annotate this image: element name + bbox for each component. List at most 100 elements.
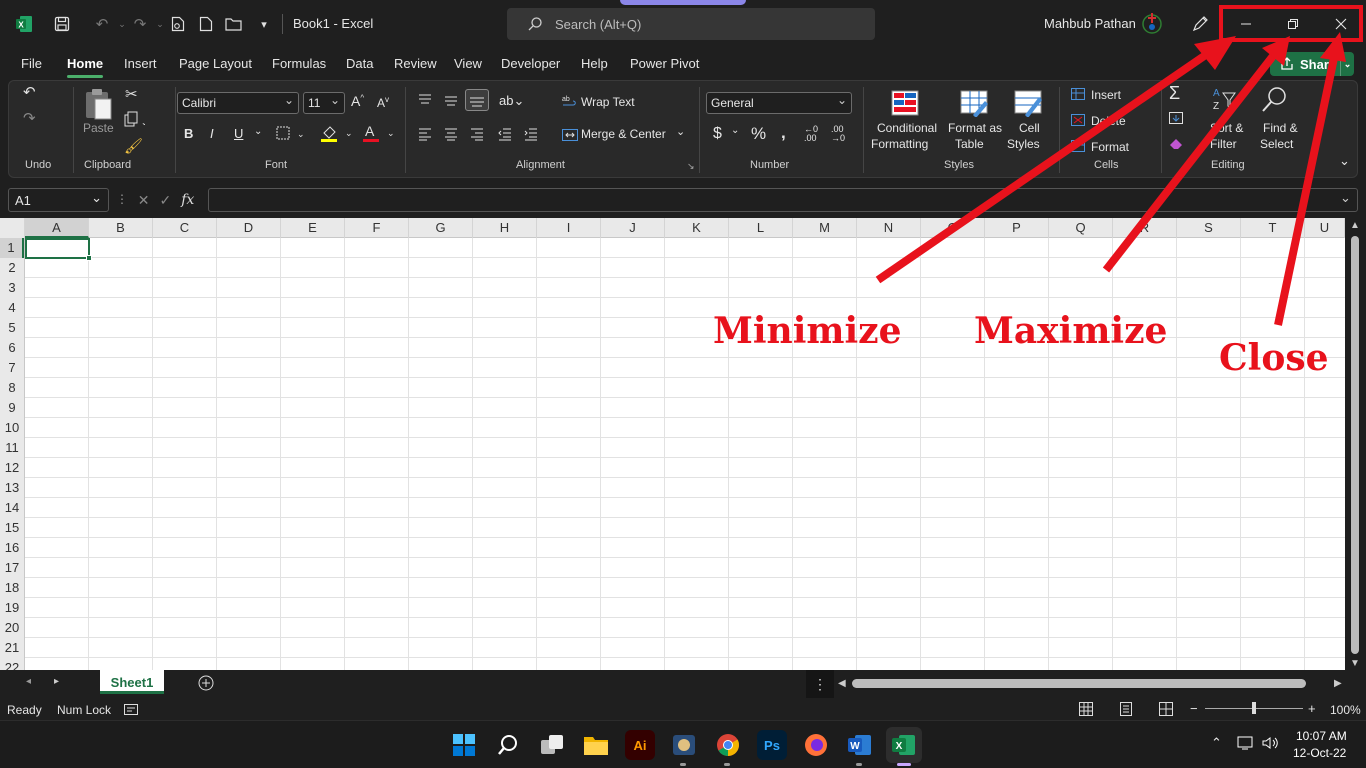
delete-cells-label[interactable]: Delete xyxy=(1091,114,1126,128)
row-header[interactable]: 1 xyxy=(0,238,24,258)
number-format-select[interactable]: General xyxy=(706,92,852,114)
tab-developer[interactable]: Developer xyxy=(501,56,560,71)
decrease-indent-icon[interactable] xyxy=(497,127,513,141)
column-header[interactable]: T xyxy=(1241,218,1305,238)
scroll-up-icon[interactable]: ▲ xyxy=(1350,220,1360,231)
row-header[interactable]: 3 xyxy=(0,278,24,298)
align-middle-icon[interactable] xyxy=(443,93,459,107)
italic-icon[interactable]: I xyxy=(210,126,214,141)
start-icon[interactable] xyxy=(449,730,479,760)
row-header[interactable]: 4 xyxy=(0,298,24,318)
row-header[interactable]: 17 xyxy=(0,558,24,578)
excel-icon[interactable]: X xyxy=(886,727,922,763)
chrome-icon[interactable] xyxy=(713,730,743,760)
minimize-button[interactable] xyxy=(1224,10,1268,38)
cell-styles-label-1[interactable]: Cell xyxy=(1019,121,1040,135)
borders-icon[interactable]: ⌄ xyxy=(275,125,305,141)
wrap-text-button[interactable]: ab xyxy=(561,93,579,109)
delete-cells-icon[interactable] xyxy=(1070,113,1086,127)
illustrator-icon[interactable]: Ai xyxy=(625,730,655,760)
tab-formulas[interactable]: Formulas xyxy=(272,56,326,71)
font-color-icon[interactable]: A ⌄ xyxy=(361,123,397,143)
find-select-label-2[interactable]: Select xyxy=(1260,137,1293,151)
column-header[interactable]: I xyxy=(537,218,601,238)
column-header[interactable]: R xyxy=(1113,218,1177,238)
cut-icon[interactable]: ✂ xyxy=(125,85,138,103)
align-top-icon[interactable] xyxy=(417,93,433,107)
column-header[interactable]: D xyxy=(217,218,281,238)
font-size-select[interactable]: 11 xyxy=(303,92,345,114)
autosum-icon[interactable]: Σ xyxy=(1169,83,1180,104)
merge-center-button[interactable] xyxy=(561,127,579,143)
network-icon[interactable] xyxy=(1236,735,1254,751)
sort-filter-icon[interactable]: AZ xyxy=(1211,85,1237,115)
tab-data[interactable]: Data xyxy=(346,56,373,71)
file-explorer-icon[interactable] xyxy=(581,730,611,760)
expand-formula-icon[interactable]: ⌄ xyxy=(1340,190,1351,206)
search-box[interactable]: Search (Alt+Q) xyxy=(507,8,875,40)
search-icon[interactable] xyxy=(493,730,523,760)
align-center-icon[interactable] xyxy=(443,127,459,141)
sort-filter-label-2[interactable]: Filter xyxy=(1210,137,1237,151)
format-cells-icon[interactable] xyxy=(1070,139,1086,153)
column-header[interactable]: S xyxy=(1177,218,1241,238)
select-all-corner[interactable] xyxy=(0,218,25,238)
clock-date[interactable]: 12-Oct-22 xyxy=(1293,746,1346,760)
clear-icon[interactable] xyxy=(1168,137,1184,151)
tab-insert[interactable]: Insert xyxy=(124,56,157,71)
column-header[interactable]: L xyxy=(729,218,793,238)
decrease-decimal-icon[interactable]: .00 →0 xyxy=(831,125,845,143)
font-name-select[interactable]: Calibri xyxy=(177,92,299,114)
row-header[interactable]: 20 xyxy=(0,618,24,638)
selected-cell[interactable] xyxy=(25,238,92,261)
row-header[interactable]: 14 xyxy=(0,498,24,518)
new-file-icon[interactable] xyxy=(194,12,218,36)
paste-button[interactable] xyxy=(83,87,113,121)
currency-icon[interactable]: $ xyxy=(713,125,722,143)
accessibility-icon[interactable] xyxy=(123,702,139,716)
orientation-icon[interactable]: ab⌄ xyxy=(499,93,524,109)
sheet-tab[interactable]: Sheet1 xyxy=(100,670,164,694)
maximize-button[interactable] xyxy=(1271,10,1315,38)
column-header[interactable]: B xyxy=(89,218,153,238)
row-header[interactable]: 19 xyxy=(0,598,24,618)
column-header[interactable]: H xyxy=(473,218,537,238)
row-header[interactable]: 2 xyxy=(0,258,24,278)
enter-icon[interactable]: ✓ xyxy=(159,192,171,209)
page-break-view-icon[interactable] xyxy=(1158,701,1174,717)
word-icon[interactable]: W xyxy=(845,730,875,760)
row-header[interactable]: 6 xyxy=(0,338,24,358)
conditional-formatting-icon[interactable] xyxy=(890,89,920,117)
next-sheet-icon[interactable]: ▸ xyxy=(54,676,59,687)
alignment-launcher-icon[interactable]: ↘ xyxy=(687,161,695,172)
clock-time[interactable]: 10:07 AM xyxy=(1296,729,1347,743)
column-header[interactable]: N xyxy=(857,218,921,238)
scroll-right-icon[interactable]: ▶ xyxy=(1334,678,1342,689)
show-hidden-icons[interactable]: ⌃ xyxy=(1211,735,1222,751)
tab-view[interactable]: View xyxy=(454,56,482,71)
column-header[interactable]: Q xyxy=(1049,218,1113,238)
scroll-left-icon[interactable]: ◀ xyxy=(838,678,846,689)
vertical-scrollbar[interactable]: ▲ ▼ xyxy=(1345,218,1366,670)
find-select-icon[interactable] xyxy=(1261,85,1289,115)
align-left-icon[interactable] xyxy=(417,127,433,141)
page-layout-view-icon[interactable] xyxy=(1118,701,1134,717)
format-as-table-icon[interactable] xyxy=(959,89,989,117)
task-view-icon[interactable] xyxy=(537,730,567,760)
column-header[interactable]: J xyxy=(601,218,665,238)
scroll-down-icon[interactable]: ▼ xyxy=(1350,658,1360,669)
tab-power-pivot[interactable]: Power Pivot xyxy=(630,56,699,71)
avatar[interactable] xyxy=(1139,10,1165,36)
insert-cells-label[interactable]: Insert xyxy=(1091,88,1121,102)
conditional-formatting-label-2[interactable]: Formatting xyxy=(871,137,928,151)
tab-page-layout[interactable]: Page Layout xyxy=(179,56,252,71)
format-as-table-label-2[interactable]: Table xyxy=(955,137,984,151)
underline-icon[interactable]: U xyxy=(234,126,243,141)
photo-app-icon[interactable] xyxy=(669,730,699,760)
normal-view-icon[interactable] xyxy=(1078,701,1094,717)
cancel-icon[interactable]: ✕ xyxy=(138,192,150,209)
row-header[interactable]: 9 xyxy=(0,398,24,418)
save-icon[interactable] xyxy=(50,12,74,36)
increase-decimal-icon[interactable]: ←0.00 xyxy=(804,125,818,143)
fill-color-icon[interactable]: ⌄ xyxy=(319,123,355,143)
